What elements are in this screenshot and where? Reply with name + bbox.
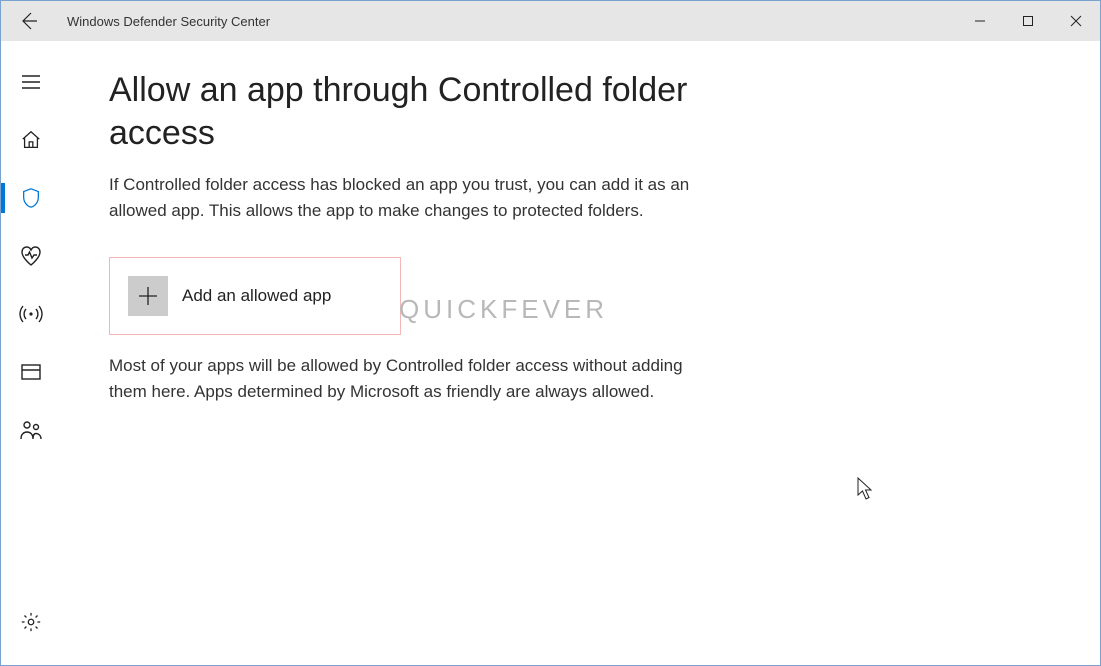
sidebar-item-settings[interactable] <box>1 597 61 647</box>
hamburger-menu[interactable] <box>1 57 61 107</box>
add-allowed-app-label: Add an allowed app <box>182 286 331 306</box>
maximize-icon <box>1022 15 1034 27</box>
sidebar-item-firewall[interactable] <box>1 289 61 339</box>
page-title: Allow an app through Controlled folder a… <box>109 69 739 154</box>
back-arrow-icon <box>19 11 39 31</box>
add-app-highlight: Add an allowed app <box>109 257 401 335</box>
content-area: Allow an app through Controlled folder a… <box>1 41 1100 665</box>
close-icon <box>1070 15 1082 27</box>
shield-icon <box>20 187 42 209</box>
family-icon <box>19 419 43 441</box>
maximize-button[interactable] <box>1004 1 1052 41</box>
minimize-button[interactable] <box>956 1 1004 41</box>
page-description: If Controlled folder access has blocked … <box>109 172 729 225</box>
gear-icon <box>20 611 42 633</box>
sidebar-item-home[interactable] <box>1 115 61 165</box>
window-controls <box>956 1 1100 41</box>
info-text: Most of your apps will be allowed by Con… <box>109 353 699 406</box>
titlebar: Windows Defender Security Center <box>1 1 1100 41</box>
sidebar-item-family[interactable] <box>1 405 61 455</box>
plus-icon-box <box>128 276 168 316</box>
home-icon <box>20 129 42 151</box>
sidebar-item-app-browser-control[interactable] <box>1 347 61 397</box>
minimize-icon <box>974 15 986 27</box>
sidebar-item-device-performance[interactable] <box>1 231 61 281</box>
mouse-cursor-icon <box>857 477 875 501</box>
watermark-text: QUICKFEVER <box>399 294 608 325</box>
window-title: Windows Defender Security Center <box>67 14 270 29</box>
main-content: Allow an app through Controlled folder a… <box>61 41 1100 665</box>
close-button[interactable] <box>1052 1 1100 41</box>
sidebar <box>1 41 61 665</box>
heart-pulse-icon <box>19 245 43 267</box>
app-window-icon <box>20 362 42 382</box>
back-button[interactable] <box>9 1 49 41</box>
plus-icon <box>137 285 159 307</box>
add-allowed-app-button[interactable]: Add an allowed app <box>128 276 400 316</box>
signal-icon <box>19 303 43 325</box>
sidebar-item-virus-protection[interactable] <box>1 173 61 223</box>
hamburger-icon <box>21 74 41 90</box>
